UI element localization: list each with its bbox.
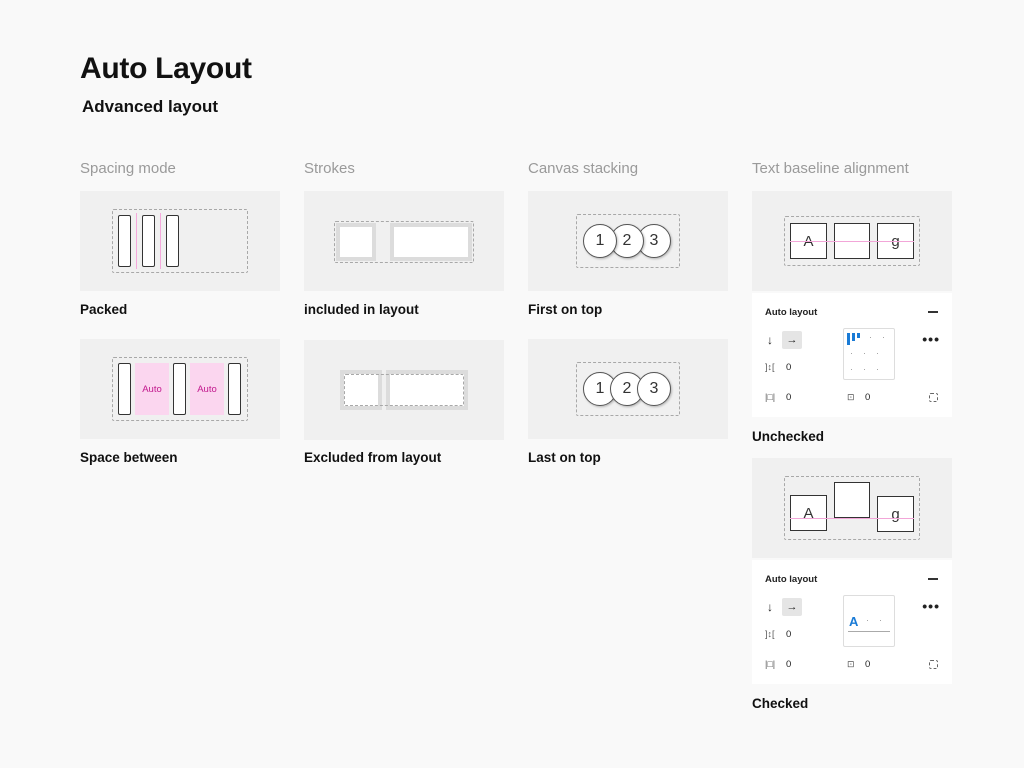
panel-title: Auto layout (765, 307, 818, 318)
gap-input[interactable]: 0 (786, 362, 791, 373)
arrow-down-icon[interactable]: ↓ (767, 600, 773, 614)
circle-3: 3 (637, 372, 671, 406)
align-dot: · · (866, 615, 882, 625)
arrow-down-icon[interactable]: ↓ (767, 333, 773, 347)
card-strokes-included[interactable] (304, 191, 504, 291)
caption-space-between: Space between (80, 450, 178, 465)
caption-strokes-included: included in layout (304, 302, 419, 317)
auto-gap: Auto (190, 363, 224, 415)
heading-strokes: Strokes (304, 160, 355, 177)
clip-content-icon[interactable] (929, 660, 938, 669)
card-first-on-top[interactable]: 3 2 1 (528, 191, 728, 291)
card-packed[interactable] (80, 191, 280, 291)
padding-v-icon: ⊡ (847, 659, 855, 669)
card-baseline-unchecked[interactable]: A g (752, 191, 952, 291)
child-bar (173, 363, 186, 415)
stroked-child (336, 223, 376, 261)
padding-h-input[interactable]: 0 (786, 659, 791, 670)
auto-layout-panel-unchecked: Auto layout ↓ → ]↕[ 0 · · · · · · · · ••… (752, 293, 952, 417)
caption-checked: Checked (752, 696, 809, 711)
empty-box (834, 482, 870, 518)
child-bar (118, 215, 131, 267)
align-dot: · · · (850, 364, 879, 374)
card-last-on-top[interactable]: 1 2 3 (528, 339, 728, 439)
baseline-indicator (848, 631, 890, 632)
gap-line (136, 213, 137, 269)
caption-unchecked: Unchecked (752, 429, 825, 444)
padding-h-icon: |□| (765, 659, 776, 669)
gap-line (160, 213, 161, 269)
heading-canvas-stacking: Canvas stacking (528, 160, 639, 177)
align-bar (852, 333, 855, 341)
minus-icon[interactable] (928, 578, 938, 580)
caption-last-on-top: Last on top (528, 450, 601, 465)
heading-text-baseline: Text baseline alignment (752, 160, 909, 177)
align-dot: · · · (850, 348, 879, 358)
padding-v-input[interactable]: 0 (865, 659, 870, 670)
frame-outline (344, 374, 464, 406)
circle-1: 1 (583, 224, 617, 258)
child-bar (166, 215, 179, 267)
align-bar (847, 333, 850, 345)
card-space-between[interactable]: Auto Auto (80, 339, 280, 439)
child-bar (142, 215, 155, 267)
align-dot: · · (869, 332, 885, 342)
gap-input[interactable]: 0 (786, 629, 791, 640)
padding-h-input[interactable]: 0 (786, 392, 791, 403)
padding-v-icon: ⊡ (847, 392, 855, 402)
stroked-child (390, 223, 472, 261)
caption-packed: Packed (80, 302, 128, 317)
alignment-grid[interactable]: A · · (843, 595, 895, 647)
panel-title: Auto layout (765, 574, 818, 585)
padding-h-icon: |□| (765, 392, 776, 402)
glyph-a-box: A (790, 495, 827, 531)
minus-icon[interactable] (928, 311, 938, 313)
baseline-line (790, 518, 914, 519)
align-bar (857, 333, 860, 338)
auto-layout-panel-checked: Auto layout ↓ → ]↕[ 0 A · · ••• |□| 0 ⊡ … (752, 560, 952, 684)
alignment-grid[interactable]: · · · · · · · · (843, 328, 895, 380)
page-subtitle: Advanced layout (82, 97, 219, 116)
heading-spacing-mode: Spacing mode (80, 160, 176, 177)
more-options-icon[interactable]: ••• (922, 598, 940, 614)
gap-icon: ]↕[ (765, 362, 775, 372)
child-bar (118, 363, 131, 415)
card-strokes-excluded[interactable] (304, 340, 504, 440)
arrow-right-icon[interactable]: → (782, 598, 802, 616)
gap-icon: ]↕[ (765, 629, 775, 639)
caption-strokes-excluded: Excluded from layout (304, 450, 442, 465)
child-bar (228, 363, 241, 415)
clip-content-icon[interactable] (929, 393, 938, 402)
auto-gap: Auto (135, 363, 169, 415)
caption-first-on-top: First on top (528, 302, 603, 317)
baseline-letter: A (849, 614, 859, 629)
glyph-g-box: g (877, 496, 914, 532)
card-baseline-checked[interactable]: A g (752, 458, 952, 558)
more-options-icon[interactable]: ••• (922, 331, 940, 347)
frame-outline (112, 209, 248, 273)
page-title: Auto Layout (80, 52, 252, 85)
baseline-line (790, 241, 914, 242)
arrow-right-icon[interactable]: → (782, 331, 802, 349)
padding-v-input[interactable]: 0 (865, 392, 870, 403)
